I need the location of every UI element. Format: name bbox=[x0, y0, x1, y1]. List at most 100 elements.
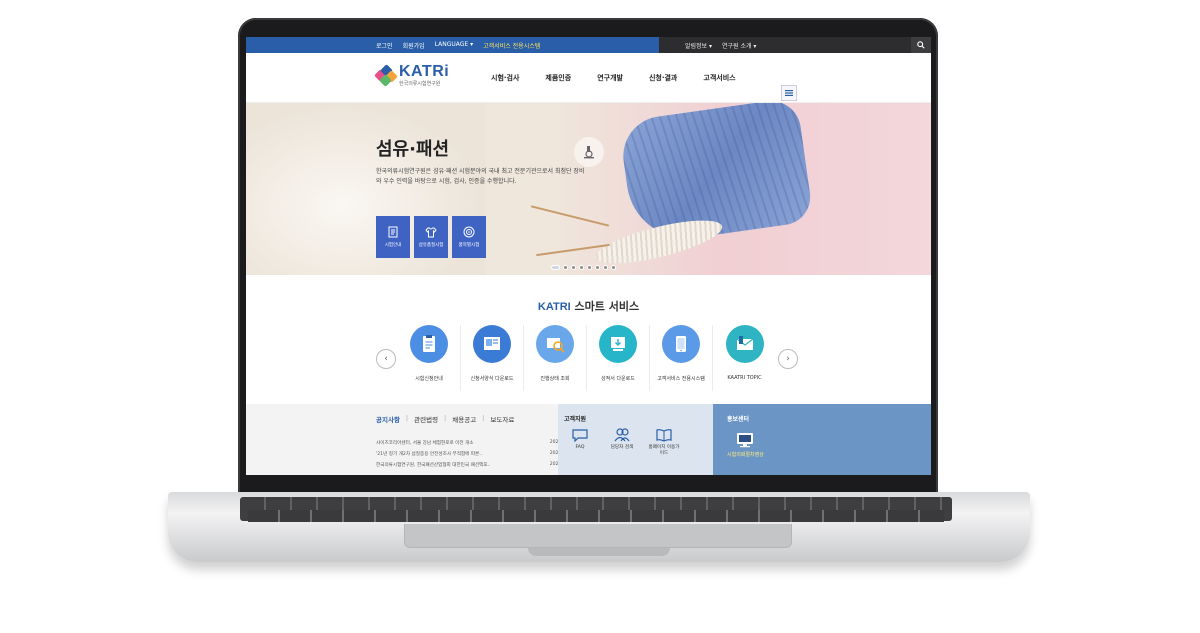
nav-item-application[interactable]: 신청·결과 bbox=[649, 73, 677, 83]
notice-list: 사이즈코리아센터, 서울 강남 체험현로로 이전 개소2021.07.02 '2… bbox=[376, 437, 576, 470]
service-label: 진행상태 조회 bbox=[540, 376, 570, 382]
fiber-quality-label: 섬유품질시험 bbox=[418, 242, 444, 248]
promo-title: 홍보센터 bbox=[727, 416, 750, 423]
slide-dot[interactable] bbox=[563, 265, 568, 270]
browser-screen: 로그인 회원가입 LANGUAGE ▾ 고객서비스 전용시스템 알림정보 ▾ 연… bbox=[246, 37, 931, 475]
customer-support-panel: 고객지원 FAQ 담당자 검색 홈페이지 이용가이드 bbox=[558, 404, 713, 475]
main-header: KATRi 한국의류시험연구원 시험·검사 제품인증 연구개발 신청·결과 고객… bbox=[246, 53, 931, 103]
microscope-badge bbox=[574, 137, 604, 167]
slide-dot[interactable] bbox=[603, 265, 608, 270]
search-icon bbox=[917, 41, 925, 49]
service-label: 신청서양식 다운로드 bbox=[470, 376, 514, 382]
logo-subtitle: 한국의류시험연구원 bbox=[399, 81, 441, 87]
nav-item-test[interactable]: 시험·검사 bbox=[491, 73, 519, 83]
slide-dot[interactable] bbox=[595, 265, 600, 270]
institute-intro-dropdown[interactable]: 연구원 소개 ▾ bbox=[722, 41, 756, 50]
login-link[interactable]: 로그인 bbox=[376, 41, 393, 50]
promo-center-panel: 홍보센터 시험의뢰절차영상 bbox=[713, 404, 931, 475]
slide-dot[interactable] bbox=[551, 265, 560, 270]
notice-info-dropdown[interactable]: 알림정보 ▾ bbox=[685, 41, 712, 50]
test-guide-label: 시험안내 bbox=[384, 243, 402, 248]
guide-label: 홈페이지 이용가이드 bbox=[648, 445, 680, 456]
service-item-test-guide[interactable]: 시험신청안내 bbox=[398, 325, 461, 391]
tablet-icon bbox=[662, 325, 700, 363]
service-item-form-download[interactable]: 신청서양식 다운로드 bbox=[461, 325, 524, 391]
language-dropdown[interactable]: LANGUAGE ▾ bbox=[435, 41, 473, 50]
item-test-button[interactable]: 품목별시험 bbox=[452, 216, 486, 258]
tab-recruit[interactable]: 채용공고 bbox=[452, 414, 476, 424]
faq-label: FAQ bbox=[575, 445, 585, 450]
service-label: KAATRI TOPIC bbox=[727, 375, 762, 381]
service-label: 시험신청안내 bbox=[415, 376, 443, 382]
staff-search-link[interactable]: 담당자 검색 bbox=[606, 428, 638, 457]
tab-press[interactable]: 보도자료 bbox=[490, 414, 514, 424]
customer-items: FAQ 담당자 검색 홈페이지 이용가이드 bbox=[564, 428, 680, 457]
service-item-report-download[interactable]: 성적서 다운로드 bbox=[587, 325, 650, 391]
katri-logo[interactable]: KATRi 한국의류시험연구원 bbox=[374, 63, 450, 87]
promo-video-link[interactable]: 시험의뢰절차영상 bbox=[727, 432, 764, 458]
service-label: 고객서비스 전용시스템 bbox=[657, 376, 705, 382]
service-item-customer-system[interactable]: 고객서비스 전용시스템 bbox=[650, 325, 713, 391]
download-icon bbox=[599, 325, 637, 363]
clipboard-icon bbox=[410, 325, 448, 363]
book-icon bbox=[656, 429, 672, 442]
bottom-panels: 공지사항 | 관련법령 | 채용공고 | 보도자료 사이즈코리아센터, 서울 강… bbox=[246, 404, 931, 475]
magnifier-icon bbox=[536, 325, 574, 363]
notice-tabs: 공지사항 | 관련법령 | 채용공고 | 보도자료 bbox=[376, 414, 514, 424]
notice-title: 한국의류시험연구원, 한국패션산업협회 대한민국 패션엑포.. bbox=[376, 462, 491, 468]
nav-item-certification[interactable]: 제품인증 bbox=[545, 73, 571, 83]
tab-laws[interactable]: 관련법령 bbox=[414, 414, 438, 424]
notice-title: 사이즈코리아센터, 서울 강남 체험현로로 이전 개소 bbox=[376, 440, 474, 446]
utility-bar: 로그인 회원가입 LANGUAGE ▾ 고객서비스 전용시스템 알림정보 ▾ 연… bbox=[246, 37, 931, 53]
list-item[interactable]: 한국의류시험연구원, 한국패션산업협회 대한민국 패션엑포..2021.06.0… bbox=[376, 459, 576, 470]
slide-dot[interactable] bbox=[587, 265, 592, 270]
nav-item-research[interactable]: 연구개발 bbox=[597, 73, 623, 83]
hamburger-icon bbox=[785, 90, 793, 96]
hero-description: 한국의류시험연구원은 섬유·패션 시험분야의 국내 최고 전문기관으로서 최첨단… bbox=[376, 168, 585, 185]
list-item[interactable]: '21년 정기 개2차 섬질종용 안전성조사 부적합에 따른..2021.06.… bbox=[376, 448, 576, 459]
hero-banner: 섬유·패션 한국의류시험연구원은 섬유·패션 시험분야의 국내 최고 전문기관으… bbox=[246, 103, 931, 275]
nav-item-customer[interactable]: 고객서비스 bbox=[703, 73, 735, 83]
search-button[interactable] bbox=[911, 37, 931, 53]
chevron-right-icon: › bbox=[786, 354, 790, 364]
faq-link[interactable]: FAQ bbox=[564, 428, 596, 457]
service-item-status[interactable]: 진행상태 조회 bbox=[524, 325, 587, 391]
test-guide-button[interactable]: 시험안내 bbox=[376, 216, 410, 258]
monitor-icon bbox=[737, 433, 754, 448]
item-test-label: 품목별시험 bbox=[458, 243, 480, 248]
hero-quick-buttons: 시험안내 섬유품질시험 품목별시험 bbox=[376, 216, 486, 258]
chevron-left-icon: ‹ bbox=[384, 354, 388, 364]
service-label: 성적서 다운로드 bbox=[601, 376, 635, 382]
knitting-needle bbox=[530, 205, 610, 227]
smart-service-section: KATRI 스마트 서비스 ‹ › 시험신청안내 신청서양식 다운로드 진행상태… bbox=[246, 275, 931, 402]
service-item-topic[interactable]: KAATRI TOPIC bbox=[713, 325, 776, 391]
guide-link[interactable]: 홈페이지 이용가이드 bbox=[648, 428, 680, 457]
microscope-icon bbox=[584, 146, 594, 159]
prev-arrow-button[interactable]: ‹ bbox=[376, 349, 396, 369]
logo-brand: KATRi bbox=[399, 63, 450, 80]
laptop-mockup: 로그인 회원가입 LANGUAGE ▾ 고객서비스 전용시스템 알림정보 ▾ 연… bbox=[0, 0, 1200, 633]
utility-right: 알림정보 ▾ 연구원 소개 ▾ bbox=[659, 37, 931, 53]
signup-link[interactable]: 회원가입 bbox=[403, 41, 425, 50]
laptop-notch bbox=[528, 548, 670, 556]
staff-search-label: 담당자 검색 bbox=[610, 445, 634, 450]
list-item[interactable]: 사이즈코리아센터, 서울 강남 체험현로로 이전 개소2021.07.02 bbox=[376, 437, 576, 448]
slide-pagination bbox=[551, 265, 616, 270]
chat-icon bbox=[572, 429, 588, 442]
smart-title-rest: 스마트 서비스 bbox=[570, 300, 640, 313]
all-menu-button[interactable] bbox=[781, 85, 797, 101]
tab-separator: | bbox=[405, 414, 409, 422]
tab-notice[interactable]: 공지사항 bbox=[376, 414, 400, 424]
laptop-trackpad bbox=[404, 524, 792, 548]
customer-system-link[interactable]: 고객서비스 전용시스템 bbox=[483, 41, 540, 50]
slide-dot[interactable] bbox=[571, 265, 576, 270]
next-arrow-button[interactable]: › bbox=[778, 349, 798, 369]
smart-service-title: KATRI 스마트 서비스 bbox=[246, 298, 931, 314]
slide-dot[interactable] bbox=[611, 265, 616, 270]
slide-dot[interactable] bbox=[579, 265, 584, 270]
shirt-icon bbox=[425, 227, 437, 237]
customer-title: 고객지원 bbox=[564, 416, 587, 423]
smart-title-brand: KATRI bbox=[537, 301, 571, 313]
fiber-quality-button[interactable]: 섬유품질시험 bbox=[414, 216, 448, 258]
service-carousel: 시험신청안내 신청서양식 다운로드 진행상태 조회 성적서 다운로드 고객서비스… bbox=[398, 325, 776, 391]
